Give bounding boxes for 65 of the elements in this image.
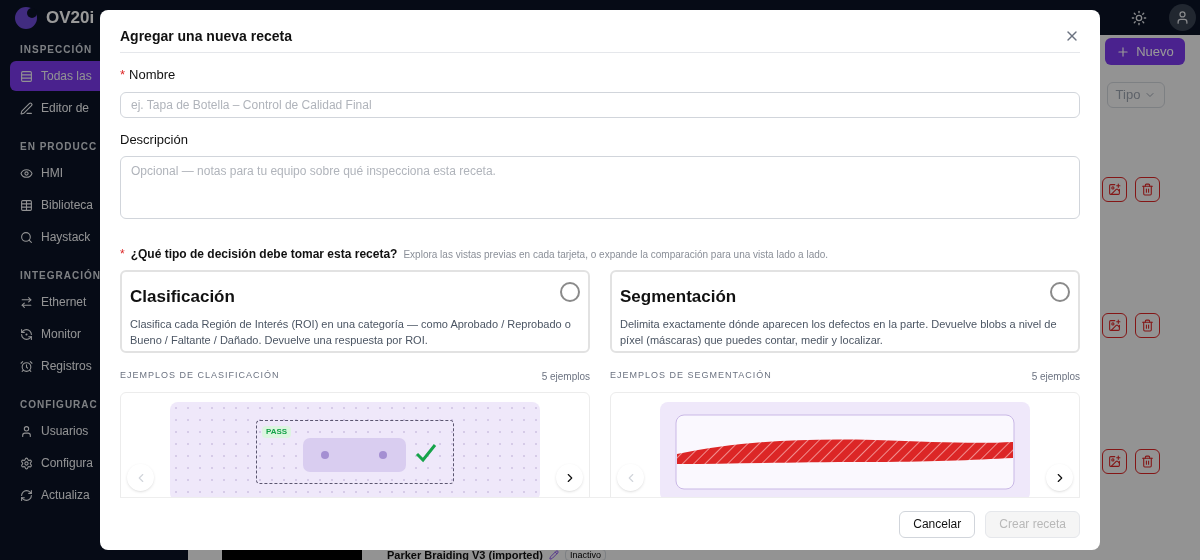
required-mark: * — [120, 66, 126, 84]
image-button[interactable] — [1102, 177, 1127, 202]
section-heading: INTEGRACIÓN — [20, 268, 101, 283]
delete-button[interactable] — [1135, 313, 1160, 338]
pencil-icon — [20, 101, 33, 115]
option-card[interactable]: Segmentación Delimita exactamente dónde aparecen los defectos en la parte. Devuelve blobs a nivel de píxel (máscaras) que puedes contar, medir y localizar. — [610, 270, 1080, 353]
trash-icon — [1141, 455, 1154, 468]
nav-item[interactable]: Configura — [10, 448, 178, 478]
image-icon — [1108, 455, 1121, 468]
examples-count: 5 ejemplos — [541, 370, 590, 384]
examples-heading: EJEMPLOS DE CLASIFICACIÓN — [120, 369, 280, 382]
avatar-button[interactable] — [1169, 4, 1196, 31]
settings-icon — [20, 456, 33, 470]
plus-icon — [1116, 44, 1131, 59]
image-icon — [1108, 319, 1121, 332]
radio-button[interactable] — [560, 282, 580, 302]
option-card[interactable]: Clasificación Clasifica cada Región de Interés (ROI) en una categoría — como Aprobado / Reprobado o Bueno / Faltante / Dañado. Devuelve una respuesta por ROI. — [120, 270, 590, 353]
section-heading: CONFIGURAC — [20, 398, 98, 412]
nav-item[interactable]: Actualiza — [10, 480, 178, 510]
check-icon — [415, 443, 437, 463]
user-icon — [20, 424, 33, 438]
section-heading: INSPECCIÓN — [20, 42, 93, 57]
brand-name: OV20i — [46, 7, 95, 30]
option-description: Delimita exactamente dónde aparecen los defectos en la parte. Devuelve blobs a nivel de píxel (máscaras) que puedes contar, medir y localizar. — [620, 316, 1058, 348]
logo-icon — [14, 6, 38, 30]
image-icon — [1108, 183, 1121, 196]
question-hint: Explora las vistas previas en cada tarjeta, o expande la comparación para una vista lado a lado. — [403, 248, 829, 262]
trash-icon — [1141, 319, 1154, 332]
option-description: Clasifica cada Región de Interés (ROI) en una categoría — como Aprobado / Reprobado o Bueno / Faltante / Dañado. Devuelve una respuesta por ROI. — [130, 316, 572, 348]
examples-heading: EJEMPLOS DE SEGMENTACIÓN — [610, 369, 772, 382]
description-field[interactable]: Opcional — notas para tu equipo sobre qué inspecciona esta receta. — [120, 156, 1080, 219]
radio-button[interactable] — [1050, 282, 1070, 302]
next-button[interactable] — [1046, 464, 1073, 491]
image-button[interactable] — [1102, 313, 1127, 338]
required-mark: * — [120, 246, 125, 263]
delete-button[interactable] — [1135, 177, 1160, 202]
field-label: Nombre — [129, 66, 176, 84]
examples-count: 5 ejemplos — [1031, 370, 1080, 384]
dialog-title: Agregar una nueva receta — [120, 26, 292, 46]
grid-icon — [20, 198, 33, 212]
nav-item[interactable]: Usuarios — [10, 416, 178, 446]
cancel-button[interactable]: Cancelar — [899, 510, 976, 538]
sun-icon[interactable] — [1131, 9, 1147, 26]
section-heading: EN PRODUCC — [20, 140, 98, 154]
edit-icon[interactable] — [548, 550, 559, 560]
circle-arrow-icon — [20, 327, 33, 341]
search-icon — [20, 230, 33, 244]
delete-button[interactable] — [1135, 449, 1160, 474]
image-button[interactable] — [1102, 449, 1127, 474]
field-label: Descripción — [120, 130, 188, 149]
user-icon — [1175, 10, 1190, 25]
pass-badge: PASS — [262, 426, 292, 438]
alarm-icon — [20, 359, 33, 373]
name-field[interactable]: ej. Tapa de Botella – Control de Calidad Final — [120, 91, 1080, 118]
refresh-icon — [20, 488, 33, 502]
option-title: Clasificación — [130, 286, 235, 308]
list-icon — [20, 69, 33, 83]
question-label: ¿Qué tipo de decisión debe tomar esta receta? — [130, 246, 398, 263]
trash-icon — [1141, 183, 1154, 196]
new-button[interactable]: Nuevo — [1105, 38, 1185, 65]
arrows-icon — [20, 295, 33, 309]
option-title: Segmentación — [620, 286, 737, 308]
eye-icon — [20, 166, 33, 180]
next-button[interactable] — [556, 464, 583, 491]
recipe-title: Parker Braiding V3 (imported) — [387, 549, 543, 560]
